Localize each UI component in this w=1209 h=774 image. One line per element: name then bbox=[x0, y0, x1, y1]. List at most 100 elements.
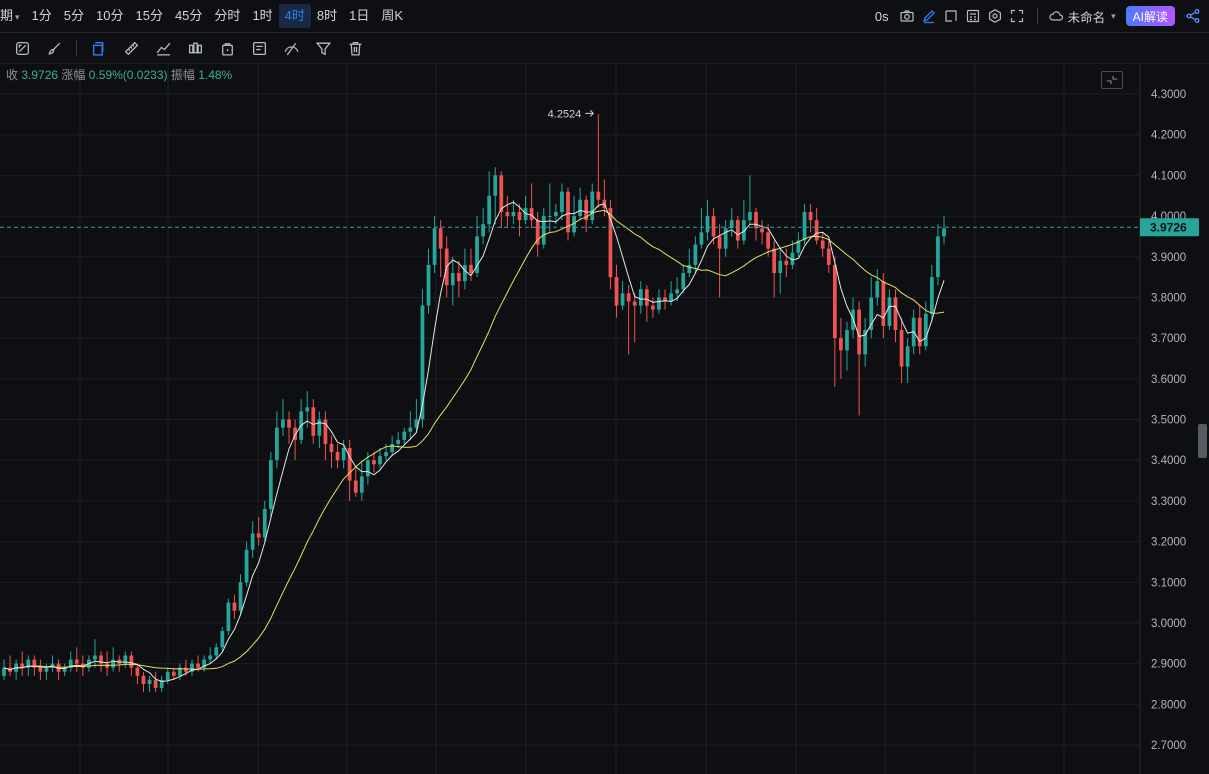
candle bbox=[644, 285, 649, 322]
candle-body bbox=[317, 419, 322, 436]
candle-body bbox=[438, 228, 443, 249]
cloud-icon bbox=[1048, 11, 1063, 21]
period-tab[interactable]: 4时 bbox=[278, 4, 311, 28]
candle-body bbox=[735, 220, 740, 241]
price-tick-label: 3.9000 bbox=[1151, 252, 1186, 264]
candle bbox=[329, 435, 334, 469]
candle-body bbox=[778, 260, 783, 274]
panel-resize-handle[interactable] bbox=[1198, 424, 1207, 458]
notes-icon[interactable] bbox=[249, 38, 269, 58]
price-chart[interactable]: 4.2524 4.30004.20004.10004.00003.90003.8… bbox=[0, 64, 1209, 774]
fullscreen-icon[interactable] bbox=[1009, 4, 1025, 28]
ai-analysis-button[interactable]: AI解读 bbox=[1125, 6, 1175, 26]
candle-body bbox=[887, 297, 892, 326]
candle bbox=[905, 338, 910, 383]
pen-icon[interactable] bbox=[921, 4, 937, 28]
period-tab[interactable]: 1时 bbox=[246, 4, 278, 28]
candle bbox=[796, 232, 801, 257]
candle-body bbox=[760, 228, 764, 233]
candle-body bbox=[808, 211, 813, 221]
hide-drawings-icon[interactable] bbox=[281, 38, 301, 58]
candle bbox=[208, 647, 213, 664]
candle bbox=[590, 183, 595, 225]
price-tick-label: 3.2000 bbox=[1151, 537, 1186, 549]
period-selector[interactable]: 期 ▾ bbox=[0, 4, 26, 28]
candle-body bbox=[384, 452, 388, 457]
price-tick-label: 2.7000 bbox=[1151, 740, 1186, 752]
period-tab[interactable]: 10分 bbox=[90, 4, 129, 28]
candle-body bbox=[359, 476, 364, 493]
copy-icon[interactable] bbox=[89, 38, 109, 58]
candle bbox=[347, 439, 352, 501]
price-axis[interactable]: 4.30004.20004.10004.00003.90003.80003.70… bbox=[1151, 89, 1186, 752]
crop-icon[interactable] bbox=[943, 4, 959, 28]
price-tick-label: 3.0000 bbox=[1151, 618, 1186, 630]
period-tab[interactable]: 15分 bbox=[129, 4, 168, 28]
trend-line-icon[interactable] bbox=[153, 38, 173, 58]
period-tab[interactable]: 45分 bbox=[169, 4, 208, 28]
candle bbox=[578, 187, 583, 221]
candle bbox=[778, 248, 783, 294]
magnet-icon[interactable] bbox=[12, 38, 32, 58]
settings-icon[interactable] bbox=[987, 4, 1003, 28]
candle-body bbox=[378, 456, 382, 465]
chevron-down-icon: ▾ bbox=[1111, 10, 1116, 21]
candles-icon[interactable] bbox=[185, 38, 205, 58]
candle bbox=[123, 651, 128, 668]
change-label: 涨幅 bbox=[61, 68, 86, 82]
period-tab[interactable]: 1分 bbox=[26, 4, 58, 28]
period-tab[interactable]: 5分 bbox=[58, 4, 90, 28]
right-toolbar: 0s 未命名 ▾ AI解读 bbox=[871, 0, 1209, 32]
filter-icon[interactable] bbox=[313, 38, 333, 58]
period-tab[interactable]: 8时 bbox=[311, 4, 343, 28]
candle-body bbox=[469, 264, 473, 274]
candle bbox=[299, 399, 304, 444]
candle-body bbox=[657, 297, 661, 310]
candle-body bbox=[766, 232, 771, 249]
candle bbox=[741, 199, 746, 245]
period-tab[interactable]: 周K bbox=[375, 4, 409, 28]
arrow-right-icon bbox=[585, 110, 595, 117]
close-label: 收 bbox=[6, 68, 19, 82]
candle bbox=[505, 195, 510, 229]
candle bbox=[408, 411, 413, 440]
ruler-icon[interactable] bbox=[121, 38, 141, 58]
price-tick-label: 2.9000 bbox=[1151, 659, 1186, 671]
candle-body bbox=[153, 679, 158, 689]
camera-icon[interactable] bbox=[899, 4, 915, 28]
price-tick-label: 3.1000 bbox=[1151, 577, 1186, 589]
candle-body bbox=[881, 281, 886, 326]
expand-icon[interactable] bbox=[1101, 71, 1123, 89]
period-selector-label: 期 bbox=[0, 8, 14, 23]
candle-body bbox=[547, 216, 552, 218]
layout-name-label: 未命名 bbox=[1067, 10, 1106, 25]
candle bbox=[469, 248, 473, 282]
trash-icon[interactable] bbox=[345, 38, 365, 58]
calculator-icon[interactable] bbox=[965, 4, 981, 28]
candle-body bbox=[693, 244, 698, 265]
layout-selector[interactable]: 未命名 ▾ bbox=[1044, 4, 1120, 28]
candle-body bbox=[93, 655, 97, 660]
period-tab[interactable]: 1日 bbox=[343, 4, 375, 28]
candle bbox=[942, 216, 946, 245]
candle bbox=[2, 659, 6, 680]
candle bbox=[281, 399, 285, 436]
lock-icon[interactable] bbox=[217, 38, 237, 58]
share-icon[interactable] bbox=[1185, 4, 1201, 28]
candle bbox=[117, 655, 122, 672]
price-tick-label: 3.7000 bbox=[1151, 333, 1186, 345]
candle-body bbox=[268, 460, 273, 510]
candle bbox=[311, 399, 316, 444]
countdown-timer: 0s bbox=[874, 8, 889, 24]
period-tab[interactable]: 分时 bbox=[208, 4, 246, 28]
brush-icon[interactable] bbox=[44, 38, 64, 58]
candle bbox=[396, 431, 401, 448]
candle bbox=[135, 663, 140, 684]
candle-body bbox=[493, 175, 498, 196]
candle-body bbox=[141, 675, 146, 684]
candle bbox=[426, 248, 431, 314]
candle-body bbox=[238, 582, 243, 611]
candle bbox=[56, 659, 61, 680]
candle bbox=[244, 541, 249, 587]
candle-body bbox=[341, 447, 346, 461]
